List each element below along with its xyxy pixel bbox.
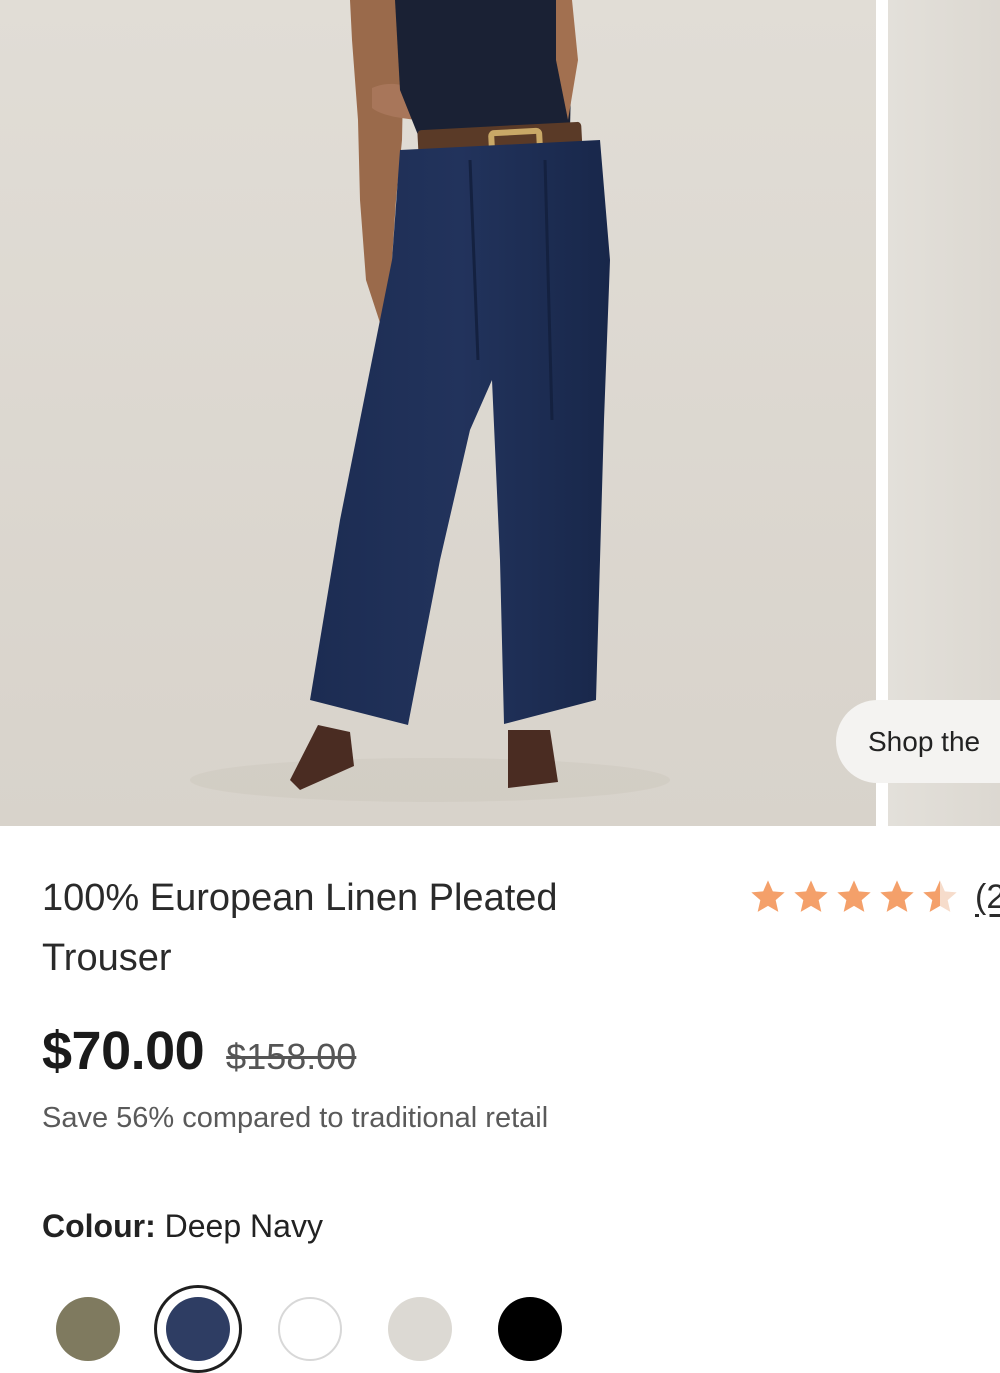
product-title: 100% European Linen Pleated Trouser xyxy=(42,877,558,979)
sale-price: $70.00 xyxy=(42,1021,205,1081)
colour-value: Deep Navy xyxy=(164,1208,323,1244)
star-icon xyxy=(751,880,785,912)
price-row: $70.00 $158.00 xyxy=(42,1020,356,1082)
product-image-gallery[interactable]: Shop the xyxy=(0,0,1000,826)
colour-swatch-stone[interactable] xyxy=(388,1297,452,1361)
review-count-link[interactable]: (2 xyxy=(975,878,1000,917)
colour-swatch-olive[interactable] xyxy=(56,1297,120,1361)
star-icon xyxy=(794,880,828,912)
rating-stars[interactable]: (2 xyxy=(748,877,1000,917)
savings-text: Save 56% compared to traditional retail xyxy=(42,1102,549,1134)
colour-selection-label: Colour: Deep Navy xyxy=(42,1208,323,1245)
star-icon xyxy=(837,880,871,912)
colour-label: Colour: xyxy=(42,1208,156,1244)
original-price: $158.00 xyxy=(226,1036,357,1077)
colour-swatch-black[interactable] xyxy=(498,1297,562,1361)
colour-swatch-white[interactable] xyxy=(278,1297,342,1361)
half-star-icon xyxy=(923,880,957,912)
shop-the-look-button[interactable]: Shop the xyxy=(836,700,1000,783)
product-photo-main[interactable] xyxy=(0,0,876,826)
colour-swatch-deep-navy[interactable] xyxy=(166,1297,230,1361)
star-icon xyxy=(880,880,914,912)
